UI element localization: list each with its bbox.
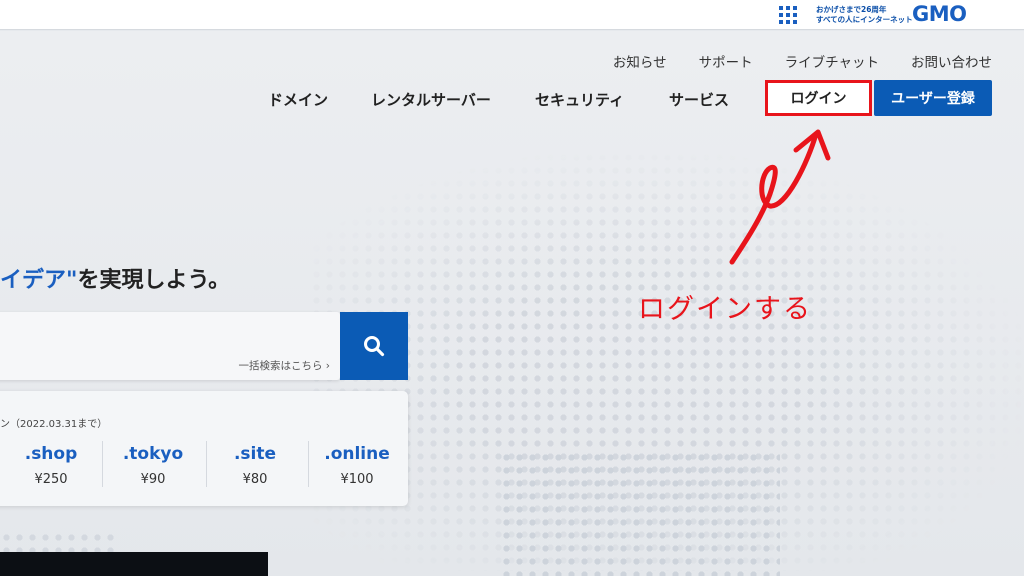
login-button-label: ログイン xyxy=(790,91,847,107)
nav-item-rental-server[interactable]: レンタルサーバー xyxy=(371,89,491,110)
gmo-logo[interactable]: GMO xyxy=(912,2,967,26)
util-nav-live-chat[interactable]: ライブチャット xyxy=(785,51,879,71)
tld-item-site[interactable]: .site ¥80 xyxy=(210,444,300,487)
util-nav-contact[interactable]: お問い合わせ xyxy=(911,51,992,71)
search-button[interactable] xyxy=(340,312,408,380)
tld-name: .online xyxy=(324,444,390,464)
annotation-arrow-icon xyxy=(729,129,831,265)
tld-name: .site xyxy=(233,444,277,464)
campaign-period: ン（2022.03.31まで） xyxy=(0,419,108,430)
gmo-tagline-line1: おかげさまで26周年 xyxy=(816,5,887,14)
gmo-grid-icon xyxy=(779,6,797,24)
tld-name: .shop xyxy=(24,444,78,464)
tld-price: ¥80 xyxy=(242,472,268,487)
divider xyxy=(308,441,309,487)
divider xyxy=(102,441,103,487)
register-button-label: ユーザー登録 xyxy=(891,91,975,107)
nav-item-domain[interactable]: ドメイン xyxy=(268,89,328,110)
tld-price: ¥250 xyxy=(34,472,68,487)
tld-name: .tokyo xyxy=(122,444,184,464)
util-nav-news[interactable]: お知らせ xyxy=(613,51,667,71)
world-dot-map-detail xyxy=(500,451,780,576)
utility-nav: お知らせ サポート ライブチャット お問い合わせ xyxy=(613,51,992,71)
promo-banner-dark[interactable] xyxy=(0,552,268,576)
gmo-tagline-line2: すべての人にインターネット xyxy=(816,15,913,24)
tld-price: ¥100 xyxy=(340,472,374,487)
tld-item-tokyo[interactable]: .tokyo ¥90 xyxy=(108,444,198,487)
tld-item-online[interactable]: .online ¥100 xyxy=(312,444,402,487)
campaign-card: ン（2022.03.31まで） .shop ¥250 .tokyo ¥90 .s… xyxy=(0,391,408,506)
hero-headline-rest: を実現しよう。 xyxy=(77,268,231,293)
tld-price: ¥90 xyxy=(140,472,166,487)
gmo-top-bar: おかげさまで26周年 すべての人にインターネット GMO xyxy=(0,0,1024,30)
hero-headline: イデア"を実現しよう。 xyxy=(0,262,230,294)
divider xyxy=(206,441,207,487)
hero-headline-accent: イデア" xyxy=(0,268,78,293)
login-button[interactable]: ログイン xyxy=(765,80,872,116)
annotation-label: ログインする xyxy=(638,294,812,325)
domain-search-input[interactable]: 一括検索はこちら › xyxy=(0,312,340,380)
register-button[interactable]: ユーザー登録 xyxy=(874,80,992,116)
nav-item-security[interactable]: セキュリティ xyxy=(535,89,624,110)
nav-item-service[interactable]: サービス xyxy=(669,89,729,110)
bulk-search-link[interactable]: 一括検索はこちら › xyxy=(238,358,330,373)
gmo-tagline: おかげさまで26周年 すべての人にインターネット xyxy=(816,5,913,25)
search-icon xyxy=(364,336,385,357)
tld-item-shop[interactable]: .shop ¥250 xyxy=(6,444,96,487)
util-nav-support[interactable]: サポート xyxy=(699,51,753,71)
